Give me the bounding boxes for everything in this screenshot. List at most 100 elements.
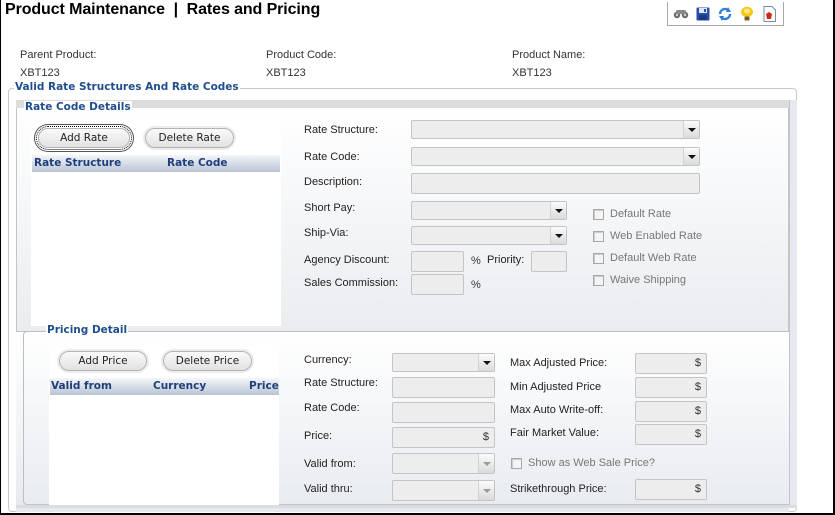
fair-market-value-label: Fair Market Value: (510, 427, 600, 439)
page-title: Product Maintenance | Rates and Pricing (5, 1, 321, 18)
valid-rate-structures-legend: Valid Rate Structures And Rate Codes (14, 81, 240, 93)
price-input[interactable]: $ (392, 427, 495, 448)
currency-select[interactable] (392, 353, 495, 372)
chevron-down-icon[interactable] (478, 354, 494, 371)
description-label: Description: (304, 176, 363, 188)
chevron-down-icon[interactable] (478, 481, 494, 500)
max-adjusted-price-label: Max Adjusted Price: (510, 357, 608, 369)
checkbox-box[interactable] (593, 208, 604, 220)
chevron-down-icon[interactable] (550, 227, 566, 244)
lightbulb-icon[interactable] (739, 6, 755, 22)
dollar-suffix: $ (694, 357, 701, 369)
right-gutter (789, 100, 797, 505)
show-web-sale-price-label: Show as Web Sale Price? (528, 457, 655, 469)
chevron-down-icon[interactable] (683, 148, 699, 165)
column-price[interactable]: Price (249, 380, 279, 392)
report-icon[interactable] (761, 5, 777, 22)
price-label: Price: (304, 430, 333, 442)
waive-shipping-checkbox[interactable]: Waive Shipping (593, 274, 686, 286)
delete-price-button[interactable]: Delete Price (163, 351, 252, 371)
pricing-rate-code-input[interactable] (392, 402, 495, 423)
chevron-down-icon[interactable] (478, 454, 494, 473)
sales-commission-input[interactable] (411, 274, 464, 295)
web-enabled-rate-label: Web Enabled Rate (610, 230, 703, 242)
rate-code-details-header-bar (16, 100, 789, 108)
default-rate-label: Default Rate (610, 208, 672, 220)
agency-discount-percent: % (471, 255, 481, 267)
pricing-rate-structure-label: Rate Structure: (304, 377, 378, 389)
max-auto-writeoff-label: Max Auto Write-off: (510, 404, 604, 416)
dollar-suffix: $ (694, 381, 701, 393)
chevron-down-icon[interactable] (550, 202, 566, 219)
refresh-icon[interactable] (717, 6, 733, 22)
description-input[interactable] (411, 173, 700, 194)
price-grid-header: Valid from Currency Price (50, 378, 279, 395)
binoculars-icon[interactable] (673, 6, 689, 22)
valid-from-label: Valid from: (304, 458, 356, 470)
min-adjusted-price-label: Min Adjusted Price (510, 381, 602, 393)
default-web-rate-checkbox[interactable]: Default Web Rate (593, 252, 697, 264)
parent-product-value: XBT123 (20, 67, 60, 79)
product-name-value: XBT123 (512, 67, 552, 79)
sales-commission-percent: % (471, 279, 481, 291)
fair-market-value-input[interactable]: $ (635, 424, 707, 445)
column-currency[interactable]: Currency (153, 380, 206, 392)
pricing-rate-structure-input[interactable] (392, 377, 495, 398)
rate-code-label: Rate Code: (304, 151, 360, 163)
rate-list-panel (31, 118, 281, 326)
rate-code-select[interactable] (411, 147, 700, 166)
rate-structure-label: Rate Structure: (304, 124, 378, 136)
valid-thru-date-picker[interactable] (392, 480, 495, 501)
pricing-rate-code-label: Rate Code: (304, 402, 360, 414)
max-adjusted-price-input[interactable]: $ (635, 353, 707, 374)
column-rate-structure[interactable]: Rate Structure (34, 157, 121, 169)
add-price-button[interactable]: Add Price (59, 351, 147, 371)
checkbox-box[interactable] (593, 274, 604, 286)
currency-label: Currency: (304, 354, 352, 366)
bottom-gutter (16, 505, 797, 508)
product-code-label: Product Code: (266, 49, 337, 61)
product-code-value: XBT123 (266, 67, 306, 79)
agency-discount-input[interactable] (411, 251, 464, 272)
max-auto-writeoff-input[interactable]: $ (635, 401, 707, 422)
short-pay-label: Short Pay: (304, 202, 356, 214)
product-code-field: Product Code: XBT123 (266, 49, 336, 79)
parent-product-label: Parent Product: (20, 49, 97, 61)
add-rate-button[interactable]: Add Rate (36, 126, 132, 150)
rate-grid-header: Rate Structure Rate Code (32, 155, 280, 172)
web-enabled-rate-checkbox[interactable]: Web Enabled Rate (593, 230, 702, 242)
priority-label: Priority: (487, 254, 525, 266)
default-rate-checkbox[interactable]: Default Rate (593, 208, 671, 220)
chevron-down-icon[interactable] (683, 121, 699, 138)
parent-product-field: Parent Product: XBT123 (20, 49, 96, 79)
short-pay-select[interactable] (411, 201, 567, 220)
checkbox-box[interactable] (511, 457, 522, 469)
dollar-suffix: $ (694, 428, 701, 440)
agency-discount-label: Agency Discount: (304, 254, 390, 266)
rate-code-details-legend: Rate Code Details (24, 101, 132, 113)
min-adjusted-price-input[interactable]: $ (635, 377, 707, 398)
dollar-suffix: $ (694, 483, 701, 495)
pricing-detail-legend: Pricing Detail (46, 324, 129, 336)
strikethrough-price-label: Strikethrough Price: (510, 483, 607, 495)
delete-rate-button[interactable]: Delete Rate (145, 128, 234, 148)
column-valid-from[interactable]: Valid from (51, 380, 112, 392)
show-web-sale-price-checkbox[interactable]: Show as Web Sale Price? (511, 457, 655, 469)
priority-input[interactable] (531, 251, 567, 272)
checkbox-box[interactable] (593, 230, 604, 242)
valid-from-date-picker[interactable] (392, 453, 495, 474)
ship-via-select[interactable] (411, 226, 567, 245)
valid-thru-label: Valid thru: (304, 483, 353, 495)
save-icon[interactable] (695, 6, 711, 22)
product-name-label: Product Name: (512, 49, 586, 61)
rate-structure-select[interactable] (411, 120, 700, 139)
strikethrough-price-input[interactable]: $ (635, 479, 707, 500)
toolbar (667, 2, 784, 26)
checkbox-box[interactable] (593, 252, 604, 264)
waive-shipping-label: Waive Shipping (610, 274, 687, 286)
dollar-suffix: $ (694, 405, 701, 417)
column-rate-code[interactable]: Rate Code (167, 157, 228, 169)
sales-commission-label: Sales Commission: (304, 277, 399, 289)
dollar-suffix: $ (482, 431, 489, 443)
product-name-field: Product Name: XBT123 (512, 49, 585, 79)
